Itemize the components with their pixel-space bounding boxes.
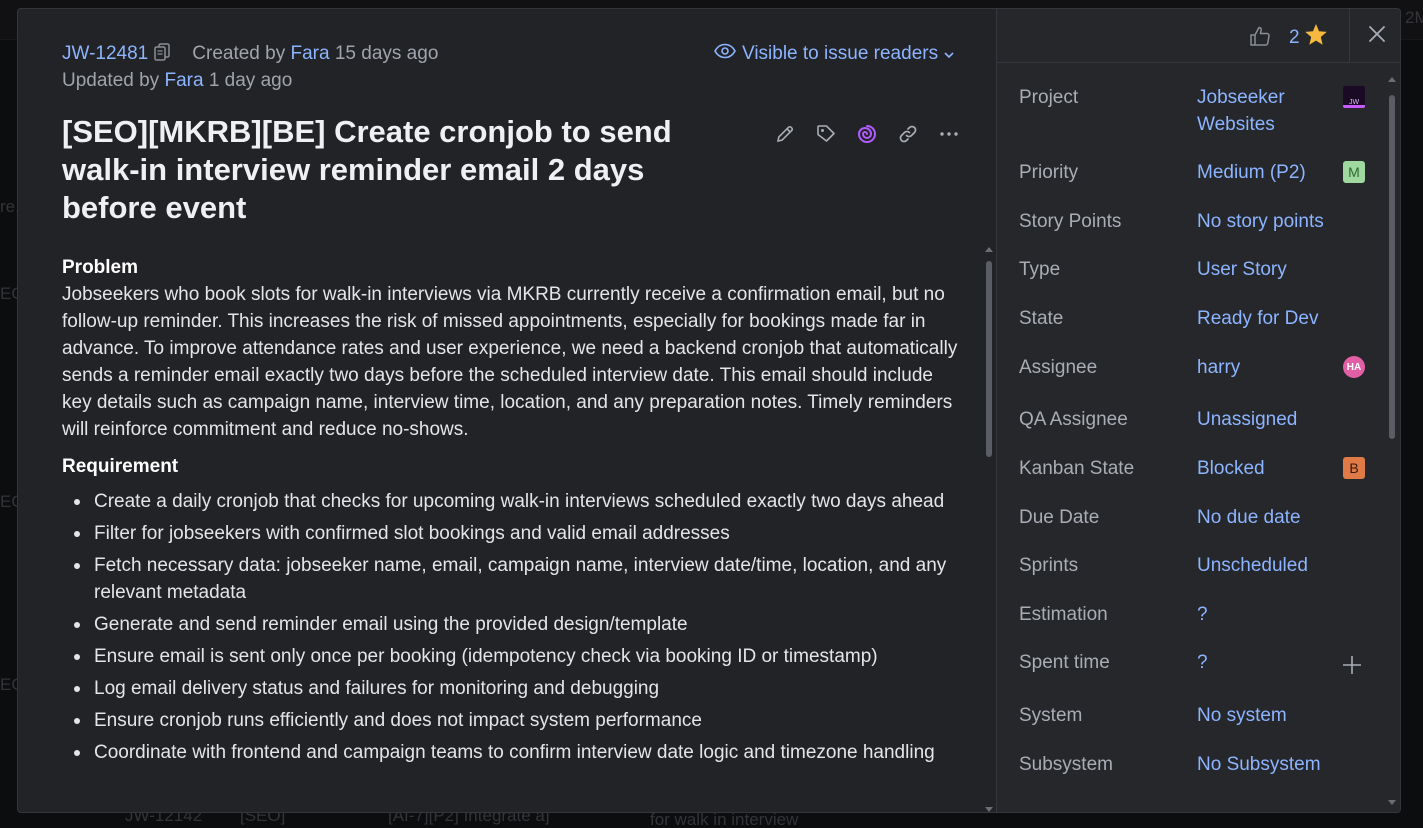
field-value[interactable]: No Subsystem — [1197, 751, 1377, 778]
close-button[interactable] — [1349, 9, 1400, 63]
problem-text: Jobseekers who book slots for walk-in in… — [62, 284, 958, 440]
scroll-up-arrow[interactable] — [985, 247, 993, 252]
field-label: Priority — [1019, 162, 1079, 183]
list-item: Generate and send reminder email using t… — [72, 611, 962, 638]
project-avatar: JW — [1343, 86, 1365, 108]
issue-title[interactable]: [SEO][MKRB][BE] Create cronjob to send w… — [62, 113, 742, 227]
field-value[interactable]: ? — [1197, 649, 1347, 676]
created-prefix: Created by — [192, 43, 286, 64]
created-by-user-link[interactable]: Fara — [291, 43, 330, 64]
eye-icon — [714, 43, 736, 65]
updated-ago: 1 day ago — [208, 70, 293, 91]
ai-assistant-icon[interactable] — [856, 123, 878, 145]
field-estimation[interactable]: Estimation ? — [1019, 601, 1375, 628]
field-priority[interactable]: Priority Medium (P2) M — [1019, 159, 1375, 186]
field-qa-assignee[interactable]: QA Assignee Unassigned — [1019, 406, 1375, 433]
field-value[interactable]: harry — [1197, 354, 1347, 381]
issue-meta-created: JW-12481 Created by Fara 15 days ago — [62, 43, 438, 67]
field-spent-time[interactable]: Spent time ? — [1019, 649, 1375, 676]
issue-main-panel: JW-12481 Created by Fara 15 days ago Upda… — [18, 9, 996, 812]
field-label: Type — [1019, 259, 1061, 280]
vote-count: 2 — [1289, 26, 1300, 48]
list-item: Fetch necessary data: jobseeker name, em… — [72, 552, 962, 606]
field-label: Subsystem — [1019, 754, 1113, 775]
problem-heading: Problem — [62, 257, 139, 278]
field-project[interactable]: Project Jobseeker Websites JW — [1019, 84, 1375, 138]
requirement-heading: Requirement — [62, 456, 179, 477]
field-label: Due Date — [1019, 507, 1100, 528]
chevron-down-icon — [944, 43, 954, 65]
field-state[interactable]: State Ready for Dev — [1019, 305, 1375, 332]
field-value[interactable]: Jobseeker Websites — [1197, 84, 1347, 138]
visibility-label: Visible to issue readers — [742, 43, 939, 64]
field-kanban-state[interactable]: Kanban State Blocked B — [1019, 455, 1375, 482]
title-actions — [774, 123, 960, 145]
thumb-up-icon[interactable] — [1249, 25, 1271, 52]
field-label: Assignee — [1019, 357, 1098, 378]
scroll-up-arrow[interactable] — [1388, 77, 1396, 82]
list-item: Ensure email is sent only once per booki… — [72, 643, 962, 670]
field-label: Project — [1019, 87, 1079, 108]
sidebar-header: 2 — [997, 9, 1400, 63]
field-value[interactable]: No story points — [1197, 208, 1377, 235]
scrollbar-thumb[interactable] — [1389, 95, 1395, 439]
list-item: Coordinate with frontend and campaign te… — [72, 739, 962, 766]
issue-modal: JW-12481 Created by Fara 15 days ago Upda… — [17, 8, 1401, 813]
edit-icon[interactable] — [774, 123, 796, 145]
star-icon — [1304, 23, 1328, 52]
field-value[interactable]: Medium (P2) — [1197, 159, 1347, 186]
field-label: State — [1019, 308, 1064, 329]
field-label: Kanban State — [1019, 458, 1135, 479]
field-label: Sprints — [1019, 555, 1079, 576]
list-item: Filter for jobseekers with confirmed slo… — [72, 520, 962, 547]
field-value[interactable]: Blocked — [1197, 455, 1347, 482]
field-value[interactable]: Unscheduled — [1197, 552, 1347, 579]
requirement-list: Create a daily cronjob that checks for u… — [62, 488, 962, 766]
field-due-date[interactable]: Due Date No due date — [1019, 504, 1375, 531]
field-value[interactable]: Ready for Dev — [1197, 305, 1347, 332]
priority-badge: M — [1343, 161, 1365, 183]
tag-icon[interactable] — [815, 123, 837, 145]
list-item: Ensure cronjob runs efficiently and does… — [72, 707, 962, 734]
field-value[interactable]: User Story — [1197, 256, 1347, 283]
kanban-state-badge: B — [1343, 457, 1365, 479]
list-item: Create a daily cronjob that checks for u… — [72, 488, 962, 515]
field-label: QA Assignee — [1019, 409, 1128, 430]
field-sprints[interactable]: Sprints Unscheduled — [1019, 552, 1375, 579]
field-value[interactable]: ? — [1197, 601, 1347, 628]
scroll-down-arrow[interactable] — [985, 807, 993, 812]
issue-fields-sidebar: 2 Project Jobseeker Websites JW Priority… — [996, 9, 1400, 812]
field-system[interactable]: System No system — [1019, 702, 1375, 729]
field-subsystem[interactable]: Subsystem No Subsystem — [1019, 751, 1375, 778]
link-icon[interactable] — [897, 123, 919, 145]
updated-prefix: Updated by — [62, 70, 160, 91]
close-icon — [1368, 25, 1386, 48]
add-time-button[interactable] — [1342, 649, 1362, 679]
field-value[interactable]: No system — [1197, 702, 1347, 729]
created-ago: 15 days ago — [334, 43, 439, 64]
avatar: HA — [1343, 356, 1365, 378]
field-value[interactable]: No due date — [1197, 504, 1347, 531]
scrollbar-thumb[interactable] — [986, 261, 992, 457]
field-label: Estimation — [1019, 604, 1108, 625]
field-label: Story Points — [1019, 211, 1122, 232]
field-value[interactable]: Unassigned — [1197, 406, 1347, 433]
list-item: Log email delivery status and failures f… — [72, 675, 962, 702]
scroll-down-arrow[interactable] — [1388, 800, 1396, 805]
copy-icon[interactable] — [154, 43, 171, 67]
issue-meta-updated: Updated by Fara 1 day ago — [62, 70, 292, 92]
field-type[interactable]: Type User Story — [1019, 256, 1375, 283]
field-story-points[interactable]: Story Points No story points — [1019, 208, 1375, 235]
field-assignee[interactable]: Assignee harry HA — [1019, 354, 1375, 381]
field-label: Spent time — [1019, 652, 1110, 673]
description-scrollbar[interactable] — [984, 247, 994, 812]
sidebar-scrollbar[interactable] — [1387, 77, 1397, 807]
more-icon[interactable] — [938, 123, 960, 145]
issue-id-link[interactable]: JW-12481 — [62, 43, 148, 64]
field-label: System — [1019, 705, 1083, 726]
updated-by-user-link[interactable]: Fara — [164, 70, 203, 91]
issue-description[interactable]: Problem Jobseekers who book slots for wa… — [62, 254, 962, 771]
visibility-dropdown[interactable]: Visible to issue readers — [714, 43, 954, 65]
star-votes[interactable]: 2 — [1289, 23, 1328, 52]
